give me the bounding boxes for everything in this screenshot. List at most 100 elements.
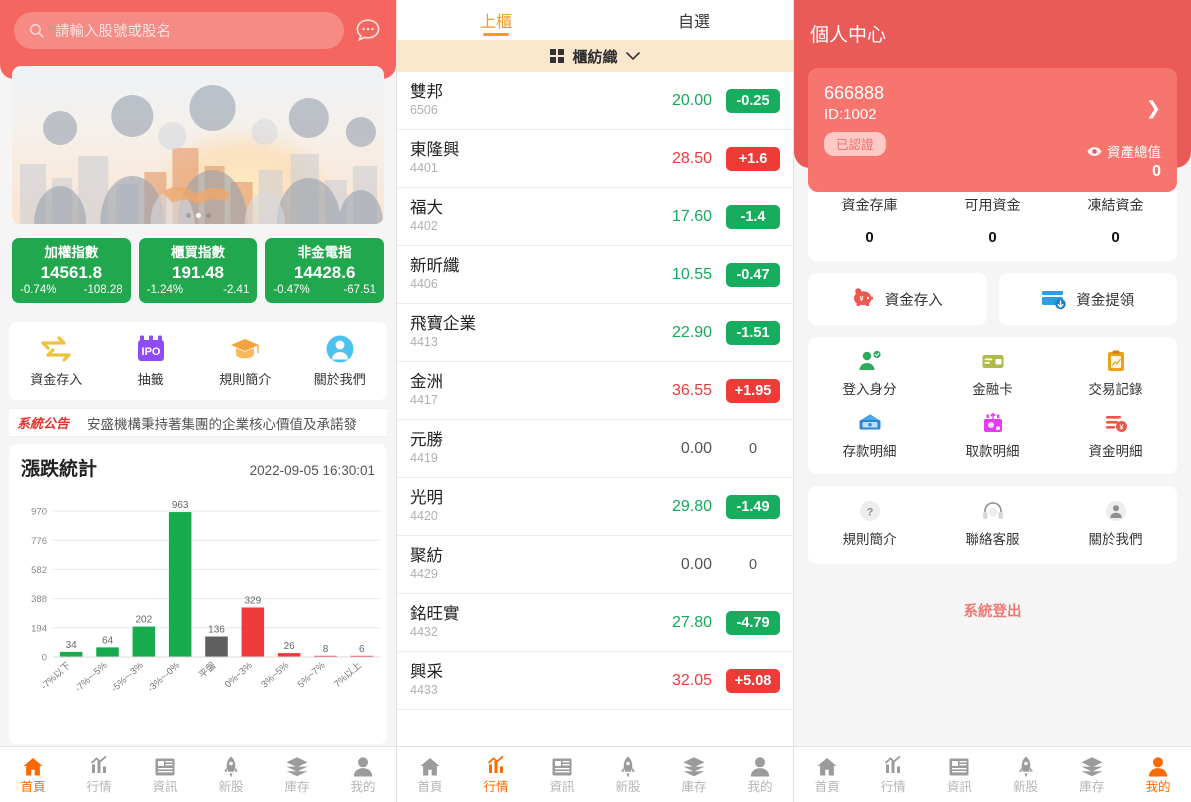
dot-active[interactable] (195, 213, 201, 218)
menu-item-bankcard[interactable]: 金融卡 (931, 350, 1054, 398)
index-card[interactable]: 櫃買指數 191.48 -1.24% -2.41 (138, 238, 258, 304)
tab-資訊[interactable]: 資訊 (926, 755, 992, 794)
table-row[interactable]: 東隆興 4401 28.50 +1.6 (397, 130, 793, 188)
tab-我的[interactable]: 我的 (727, 755, 793, 794)
user-card[interactable]: 666888 ID:1002 已認證 ❯ 資產總值 0 (808, 68, 1177, 192)
announcement-bar[interactable]: 系統公告 安盛機構秉持著集團的企業核心價值及承諾發 (9, 408, 387, 437)
svg-text:963: 963 (172, 500, 189, 511)
index-card[interactable]: 加權指數 14561.8 -0.74% -108.28 (12, 238, 131, 304)
fund-cell-storage: 資金存庫 0 (808, 195, 931, 246)
layers-icon (1081, 757, 1103, 777)
table-row[interactable]: 飛寶企業 4413 22.90 -1.51 (397, 304, 793, 362)
layers-icon (286, 757, 308, 777)
deposit-button[interactable]: ¥ 資金存入 (808, 273, 987, 325)
tab-資訊[interactable]: 資訊 (132, 755, 198, 794)
table-row[interactable]: 福大 4402 17.60 -1.4 (397, 188, 793, 246)
tab-新股[interactable]: 新股 (198, 755, 264, 794)
chat-icon[interactable] (354, 17, 382, 45)
table-row[interactable]: 雙邦 6506 20.00 -0.25 (397, 72, 793, 130)
eye-icon[interactable] (1087, 146, 1102, 157)
tab-watchlist[interactable]: 自選 (595, 0, 793, 40)
logout-button[interactable]: 系統登出 (794, 600, 1191, 621)
rocket-icon (621, 756, 635, 778)
chart-icon (487, 756, 505, 776)
help-label: 聯絡客服 (965, 532, 1020, 547)
quick-action-about[interactable]: 關於我們 (293, 334, 388, 388)
menu-item-identity[interactable]: 登入身分 (808, 350, 931, 398)
tab-庫存[interactable]: 庫存 (264, 755, 330, 794)
tab-庫存[interactable]: 庫存 (1059, 755, 1125, 794)
profile-icon (1148, 757, 1168, 777)
dot[interactable] (205, 213, 211, 218)
index-percent: -1.24% (146, 284, 184, 297)
tab-我的[interactable]: 我的 (330, 755, 396, 794)
table-row[interactable]: 元勝 4419 0.00 0 (397, 420, 793, 478)
carousel-dots[interactable] (12, 213, 384, 218)
tab-資訊[interactable]: 資訊 (529, 755, 595, 794)
tab-首頁[interactable]: 首頁 (794, 755, 860, 794)
tab-行情[interactable]: 行情 (66, 755, 132, 794)
category-selector[interactable]: 櫃紡織 (397, 40, 793, 72)
headset-icon (982, 502, 1003, 519)
table-row[interactable]: 光明 4420 29.80 -1.49 (397, 478, 793, 536)
tab-label: 資訊 (152, 780, 178, 795)
assets-value: 0 (1152, 163, 1161, 180)
fund-cell-available: 可用資金 0 (931, 195, 1054, 246)
svg-text:776: 776 (31, 536, 47, 547)
tab-我的[interactable]: 我的 (1125, 755, 1191, 794)
table-row[interactable]: 新昕纖 4406 10.55 -0.47 (397, 246, 793, 304)
svg-text:-5%~-3%: -5%~-3% (109, 660, 146, 695)
hero-banner[interactable] (12, 66, 384, 224)
table-row[interactable]: 銘旺實 4432 27.80 -4.79 (397, 594, 793, 652)
quick-action-deposit[interactable]: 資金存入 (9, 334, 104, 388)
tab-庫存[interactable]: 庫存 (661, 755, 727, 794)
help-item-about[interactable]: 關於我們 (1054, 500, 1177, 548)
stock-name-wrap: 聚紡 4429 (410, 547, 616, 583)
svg-text:-3%~-0%: -3%~-0% (146, 660, 183, 695)
tab-首頁[interactable]: 首頁 (397, 755, 463, 794)
quick-action-rules[interactable]: 規則簡介 (198, 334, 293, 388)
stock-price: 29.80 (671, 497, 712, 515)
table-row[interactable]: 聚紡 4429 0.00 0 (397, 536, 793, 594)
index-card[interactable]: 非金電指 14428.6 -0.47% -67.51 (265, 238, 385, 304)
layers-icon (683, 757, 705, 777)
dot[interactable] (185, 213, 191, 218)
search-input[interactable]: 請輸入股號或股名 (14, 12, 344, 49)
tab-新股[interactable]: 新股 (595, 755, 661, 794)
chart-icon (884, 756, 903, 776)
quick-action-label: 資金存入 (30, 372, 83, 387)
tab-首頁[interactable]: 首頁 (0, 755, 66, 794)
profile-header: 個人中心 666888 ID:1002 已認證 ❯ 資產總值 0 (794, 0, 1191, 192)
help-item-support[interactable]: 聯絡客服 (931, 500, 1054, 548)
tab-行情[interactable]: 行情 (463, 755, 529, 794)
chevron-right-icon[interactable]: ❯ (1146, 98, 1161, 119)
quick-action-ipo[interactable]: IPO 抽籤 (104, 334, 199, 388)
funds-card: 資金存庫 0 可用資金 0 凍結資金 0 (808, 182, 1177, 261)
stock-name: 光明 (410, 488, 443, 507)
tab-label: 新股 (615, 780, 641, 795)
bank-card-icon (982, 355, 1003, 368)
menu-item-fund-detail[interactable]: ¥ 資金明細 (1054, 412, 1177, 460)
withdraw-icon (983, 412, 1002, 432)
tab-label: 資訊 (549, 780, 575, 795)
stock-change: -1.49 (726, 494, 780, 519)
menu-item-deposit-detail[interactable]: 存款明細 (808, 412, 931, 460)
svg-text:0: 0 (42, 653, 47, 664)
rocket-icon (224, 756, 238, 778)
tab-otc[interactable]: 上櫃 (397, 0, 595, 40)
tab-label: 首頁 (417, 780, 443, 795)
menu-item-withdraw-detail[interactable]: 取款明細 (931, 412, 1054, 460)
withdraw-button[interactable]: 資金提領 (998, 273, 1177, 325)
table-row[interactable]: 興采 4433 32.05 +5.08 (397, 652, 793, 710)
news-icon (155, 758, 175, 776)
svg-text:0%~3%: 0%~3% (223, 660, 255, 691)
svg-text:202: 202 (135, 615, 152, 626)
tab-新股[interactable]: 新股 (993, 755, 1059, 794)
stock-list[interactable]: 雙邦 6506 20.00 -0.25 東隆興 4401 28.50 +1.6 福大 4402 17… (397, 72, 793, 746)
table-row[interactable]: 金洲 4417 36.55 +1.95 (397, 362, 793, 420)
tab-行情[interactable]: 行情 (860, 755, 926, 794)
stock-code: 4432 (410, 625, 438, 640)
help-item-rules[interactable]: ? 規則簡介 (808, 500, 931, 548)
menu-item-trade-record[interactable]: 交易記錄 (1054, 350, 1177, 398)
profile-icon (353, 757, 373, 777)
